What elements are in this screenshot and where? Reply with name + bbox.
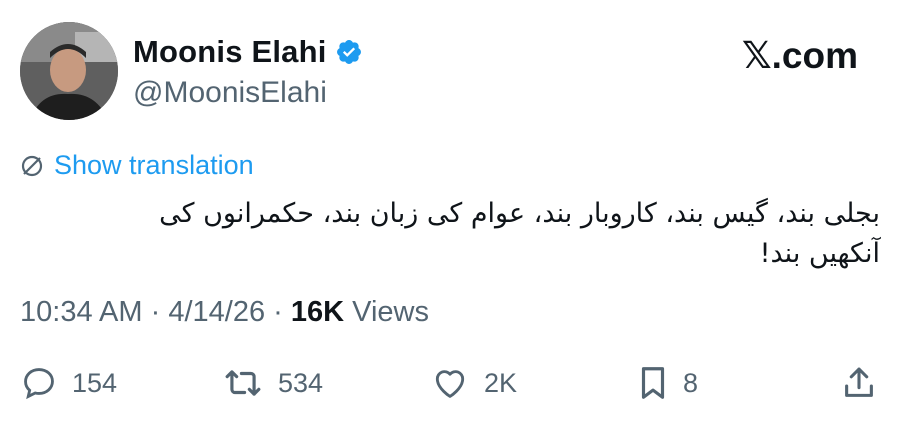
reply-count: 154 xyxy=(72,367,118,398)
meta-separator: · xyxy=(273,296,283,328)
author-name-row[interactable]: Moonis Elahi xyxy=(133,34,363,70)
share-button[interactable] xyxy=(842,364,876,402)
meta-separator: · xyxy=(150,296,161,328)
views-count: 16K xyxy=(290,296,345,328)
tweet-text: بجلی بند، گیس بند، کاروبار بند، عوام کی … xyxy=(159,198,880,269)
translate-icon xyxy=(21,155,43,176)
share-icon xyxy=(845,367,873,397)
repost-icon xyxy=(225,370,261,396)
reply-button[interactable]: 154 xyxy=(20,364,117,402)
author-handle[interactable]: @MoonisElahi xyxy=(133,76,327,110)
avatar[interactable] xyxy=(20,22,118,120)
like-button[interactable]: 2K xyxy=(430,364,517,402)
verified-badge-icon xyxy=(336,40,361,64)
tweet-meta: 10:34 AM · 4/14/26 · 16K Views xyxy=(20,296,429,329)
avatar-image xyxy=(20,22,118,120)
reply-icon xyxy=(24,368,54,400)
author-name[interactable]: Moonis Elahi xyxy=(133,34,327,70)
tweet-date[interactable]: 4/14/26 xyxy=(168,296,265,328)
bookmark-count: 8 xyxy=(683,367,699,398)
repost-button[interactable]: 534 xyxy=(222,364,323,402)
like-icon xyxy=(435,370,465,398)
brand-logo: 𝕏.com xyxy=(741,35,858,76)
bookmark-button[interactable]: 8 xyxy=(637,364,698,402)
tweet-time[interactable]: 10:34 AM xyxy=(20,296,143,328)
bookmark-icon xyxy=(641,367,665,399)
show-translation-link[interactable]: Show translation xyxy=(20,150,254,181)
like-count: 2K xyxy=(484,367,518,398)
show-translation-label[interactable]: Show translation xyxy=(54,150,254,181)
views-label: Views xyxy=(352,296,429,328)
repost-count: 534 xyxy=(278,367,324,398)
